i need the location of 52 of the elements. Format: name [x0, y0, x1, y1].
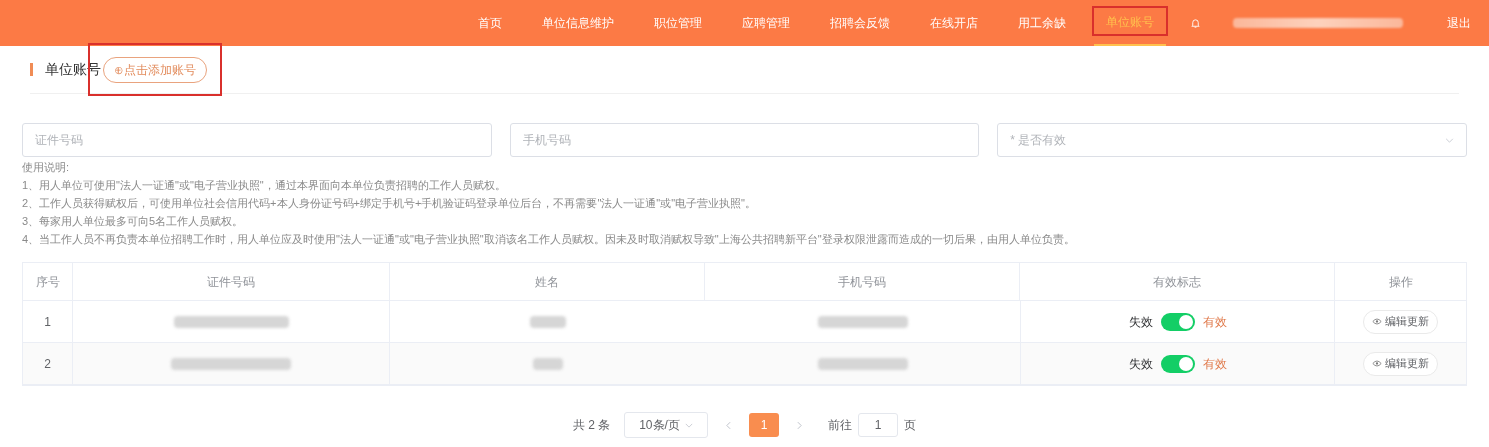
- page-suffix: 页: [904, 417, 917, 434]
- page-size-select[interactable]: 10条/页: [624, 412, 709, 438]
- previous-page-icon[interactable]: [726, 420, 732, 430]
- nav-link[interactable]: 用工余缺: [1006, 0, 1078, 46]
- logout-link[interactable]: 退出: [1447, 14, 1471, 32]
- eye-icon: [1372, 360, 1382, 367]
- bell-icon[interactable]: [1190, 17, 1201, 29]
- table-cell-text: 1: [44, 313, 51, 331]
- select-placeholder: 是否有效: [1018, 132, 1067, 149]
- total-count: 共 2 条: [572, 417, 611, 434]
- page-button[interactable]: 1: [749, 413, 780, 437]
- select-field[interactable]: * 是否有效: [997, 123, 1467, 157]
- column-header: 姓名: [535, 273, 559, 291]
- switch-label: 有效: [1202, 313, 1227, 331]
- edit-update-button[interactable]: 编辑更新: [1363, 351, 1438, 376]
- toggle-switch[interactable]: [1160, 312, 1195, 331]
- instruction-line: 2、工作人员获得赋权后，可使用单位社会信用代码+本人身份证号码+绑定手机号+手机验证码登录单位后台，不再需要"法人一证通"或"电子营业执照"。: [22, 196, 757, 211]
- instruction-line: 4、当工作人员不再负责本单位招聘工作时，用人单位应及时使用"法人一证通"或"电子营业执照"取消该名工作人员赋权。因未及时取消赋权导致"上海公共招聘新平台"登录权限泄露而造成的一切后果，由用人单位负责。: [22, 232, 1076, 247]
- redacted-value: [532, 357, 563, 370]
- nav-link[interactable]: 单位账号: [1094, 0, 1166, 46]
- nav-link[interactable]: 招聘会反馈: [818, 0, 902, 46]
- required-mark: *: [1010, 132, 1015, 149]
- accent-bar: [30, 63, 33, 76]
- nav-link[interactable]: 在线开店: [918, 0, 990, 46]
- instruction-line: 3、每家用人单位最多可向5名工作人员赋权。: [22, 214, 245, 229]
- switch-label: 失效: [1128, 355, 1153, 373]
- input-field[interactable]: 手机号码: [509, 123, 980, 157]
- nav-link[interactable]: 首页: [466, 0, 514, 46]
- column-header: 序号: [35, 273, 60, 291]
- input-field[interactable]: 证件号码: [22, 123, 492, 157]
- nav-link[interactable]: 应聘管理: [730, 0, 802, 46]
- instruction-line: 1、用人单位可使用"法人一证通"或"电子营业执照"，通过本界面向本单位负责招聘的工作人员赋权。: [22, 178, 507, 193]
- nav-link[interactable]: 单位信息维护: [530, 0, 626, 46]
- column-header: 手机号码: [838, 273, 886, 291]
- toggle-switch[interactable]: [1160, 354, 1195, 373]
- chevron-down-icon: [685, 422, 694, 428]
- chevron-down-icon: [1445, 137, 1454, 143]
- redacted-value: [529, 315, 566, 328]
- instructions-heading: 使用说明:: [22, 160, 71, 175]
- goto-label: 前往: [828, 417, 853, 434]
- table-cell-text: 2: [44, 355, 51, 373]
- page-size-value: 10条/页: [639, 417, 680, 434]
- column-header: 操作: [1388, 273, 1413, 291]
- next-page-icon[interactable]: [797, 420, 803, 430]
- switch-label: 有效: [1202, 355, 1227, 373]
- switch-label: 失效: [1128, 313, 1153, 331]
- page-input[interactable]: 1: [858, 413, 899, 437]
- edit-update-button[interactable]: 编辑更新: [1363, 309, 1438, 334]
- nav-link[interactable]: 职位管理: [642, 0, 714, 46]
- column-header: 有效标志: [1153, 273, 1201, 291]
- eye-icon: [1372, 318, 1382, 325]
- column-header: 证件号码: [207, 273, 255, 291]
